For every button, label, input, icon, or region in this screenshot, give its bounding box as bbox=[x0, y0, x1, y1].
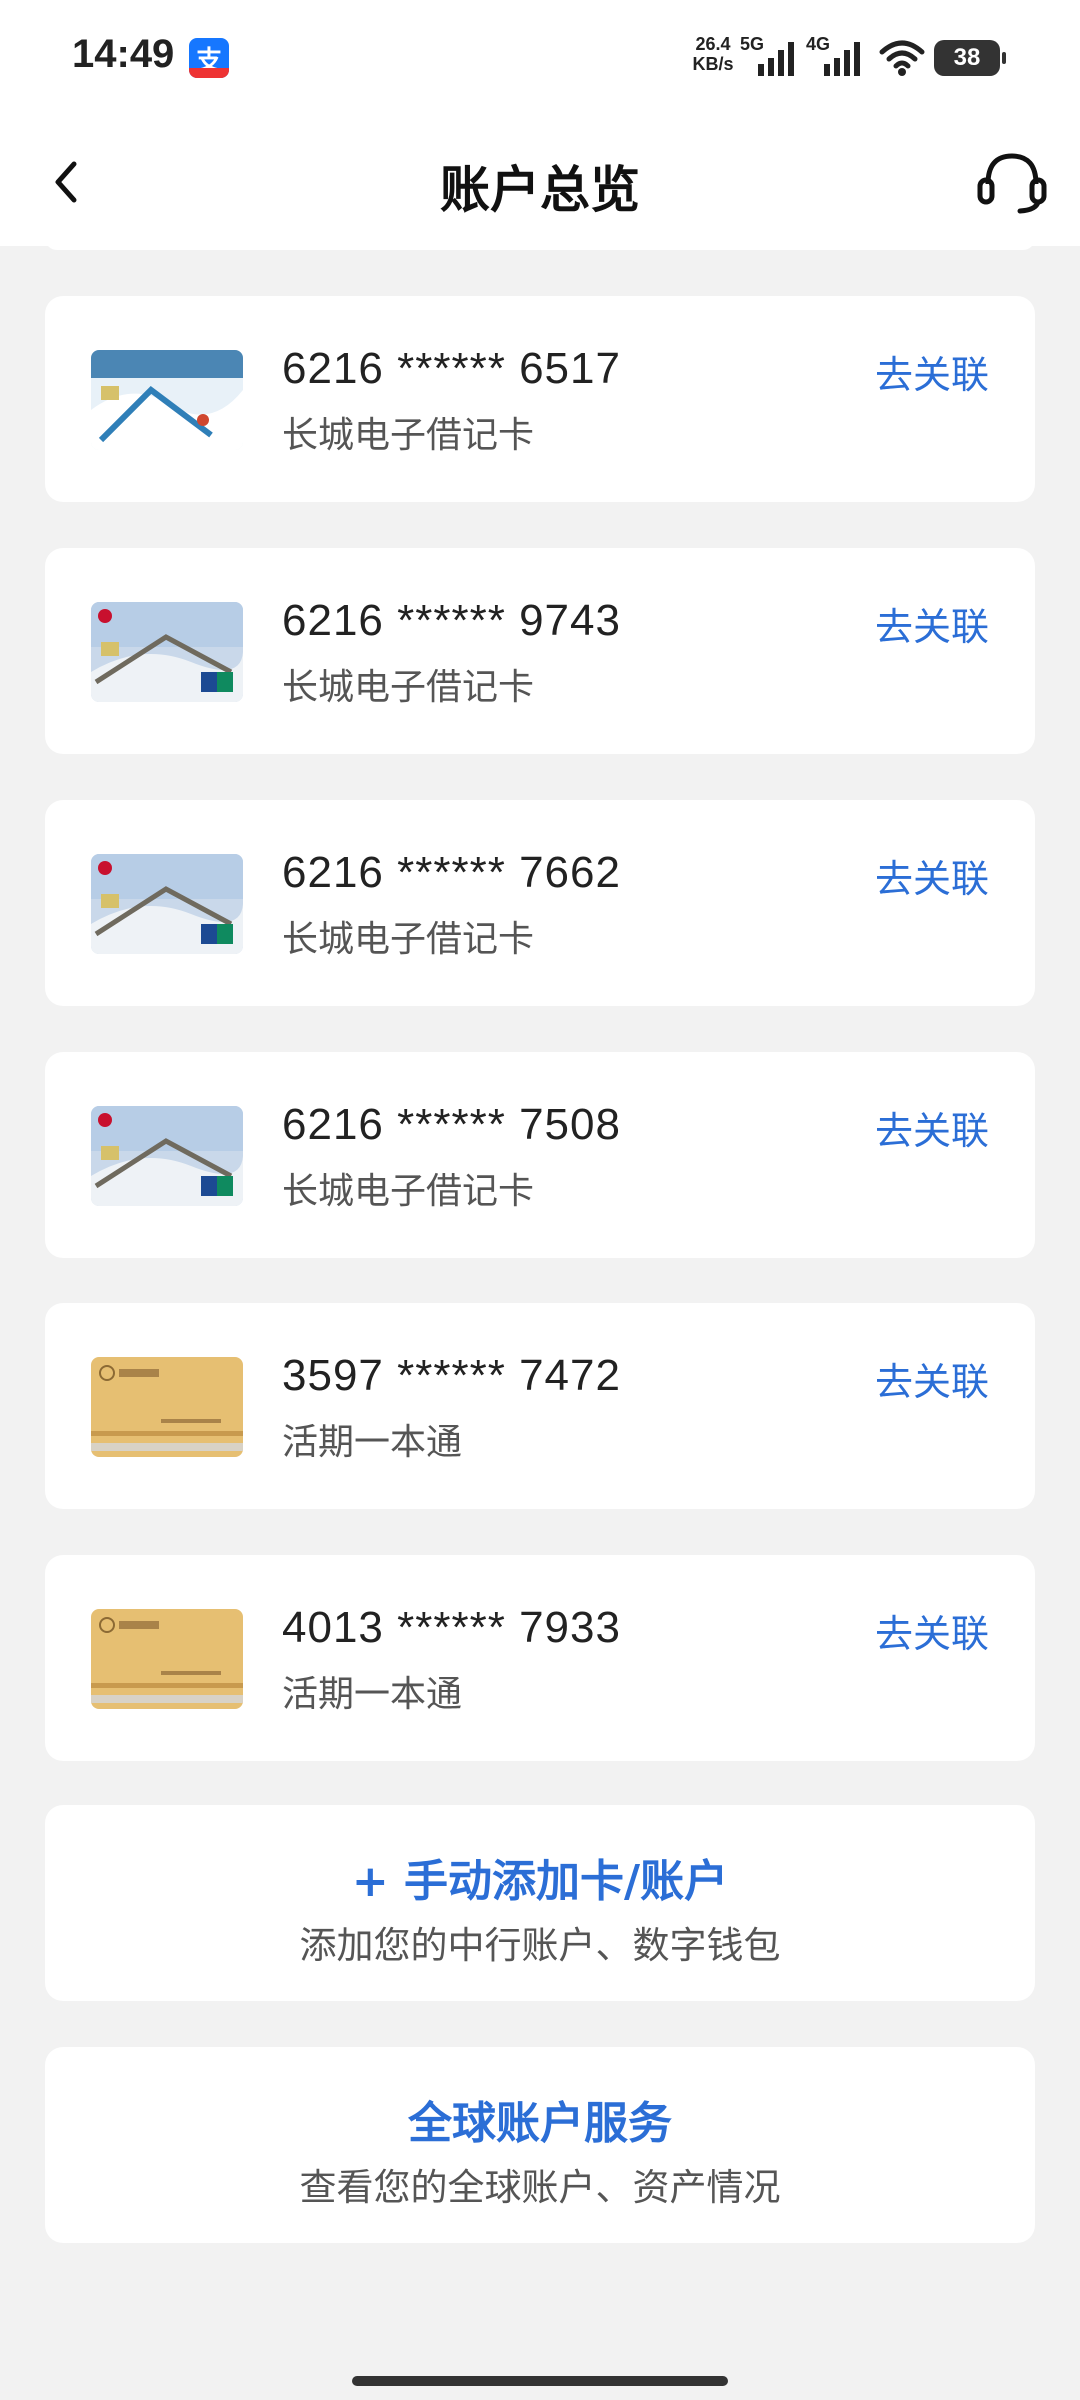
network-speed-value: 26.4 bbox=[695, 34, 731, 54]
signal-5g-icon: 5G bbox=[740, 34, 794, 76]
card-type: 活期一本通 bbox=[282, 1674, 463, 1715]
card-number: 4013 ****** 7933 bbox=[282, 1603, 621, 1652]
battery-level: 38 bbox=[953, 44, 981, 71]
passbook-image bbox=[91, 1609, 243, 1709]
card-item[interactable]: 6216 ****** 6517 长城电子借记卡 去关联 bbox=[45, 296, 1035, 502]
home-indicator[interactable] bbox=[352, 2376, 728, 2386]
card-type: 长城电子借记卡 bbox=[282, 1171, 535, 1212]
link-account-button[interactable]: 去关联 bbox=[875, 1603, 989, 1658]
page-title: 账户总览 bbox=[440, 161, 640, 219]
card-item[interactable]: 6216 ****** 9743 长城电子借记卡 去关联 bbox=[45, 548, 1035, 754]
battery-icon: 38 bbox=[934, 40, 1006, 76]
passbook-image bbox=[91, 1357, 243, 1457]
app-header: 账户总览 bbox=[0, 118, 1080, 246]
card-number: 6216 ****** 6517 bbox=[282, 344, 621, 393]
card-item[interactable]: 6216 ****** 7508 长城电子借记卡 去关联 bbox=[45, 1052, 1035, 1258]
signal-4g-label: 4G bbox=[806, 34, 830, 54]
card-image bbox=[91, 350, 243, 450]
link-account-button[interactable]: 去关联 bbox=[875, 848, 989, 903]
alipay-app-icon: 支 bbox=[189, 38, 229, 78]
card-number: 3597 ****** 7472 bbox=[282, 1351, 621, 1400]
card-image bbox=[91, 602, 243, 702]
card-number: 6216 ****** 9743 bbox=[282, 596, 621, 645]
link-account-button[interactable]: 去关联 bbox=[875, 596, 989, 651]
network-speed: 26.4 KB/s bbox=[688, 34, 738, 74]
network-speed-unit: KB/s bbox=[692, 54, 734, 74]
card-item[interactable]: 6216 ****** 7662 长城电子借记卡 去关联 bbox=[45, 800, 1035, 1006]
add-account-title: + 手动添加卡/账户 bbox=[351, 1856, 729, 1907]
add-account-subtitle: 添加您的中行账户、数字钱包 bbox=[299, 1924, 781, 1967]
card-image bbox=[91, 854, 243, 954]
status-time: 14:49 bbox=[72, 32, 175, 76]
card-type: 活期一本通 bbox=[282, 1422, 463, 1463]
global-account-service-button[interactable]: 全球账户服务 查看您的全球账户、资产情况 bbox=[45, 2047, 1035, 2243]
card-type: 长城电子借记卡 bbox=[282, 667, 535, 708]
status-bar: 14:49 支 26.4 KB/s 5G 4G 38 bbox=[0, 0, 1080, 118]
global-service-subtitle: 查看您的全球账户、资产情况 bbox=[299, 2166, 781, 2209]
card-image bbox=[91, 1106, 243, 1206]
card-item[interactable]: 4013 ****** 7933 活期一本通 去关联 bbox=[45, 1555, 1035, 1761]
card-number: 6216 ****** 7508 bbox=[282, 1100, 621, 1149]
card-type: 长城电子借记卡 bbox=[282, 415, 535, 456]
partial-card bbox=[45, 238, 1035, 250]
add-account-button[interactable]: + 手动添加卡/账户 添加您的中行账户、数字钱包 bbox=[45, 1805, 1035, 2001]
link-account-button[interactable]: 去关联 bbox=[875, 1100, 989, 1155]
link-account-button[interactable]: 去关联 bbox=[875, 1351, 989, 1406]
signal-4g-icon: 4G bbox=[806, 34, 860, 76]
headset-icon bbox=[977, 153, 1047, 214]
card-item[interactable]: 3597 ****** 7472 活期一本通 去关联 bbox=[45, 1303, 1035, 1509]
signal-5g-label: 5G bbox=[740, 34, 764, 54]
link-account-button[interactable]: 去关联 bbox=[875, 344, 989, 399]
wifi-icon bbox=[879, 40, 925, 76]
card-number: 6216 ****** 7662 bbox=[282, 848, 621, 897]
card-type: 长城电子借记卡 bbox=[282, 919, 535, 960]
global-service-title: 全球账户服务 bbox=[408, 2098, 672, 2149]
customer-service-button[interactable] bbox=[974, 148, 1050, 218]
